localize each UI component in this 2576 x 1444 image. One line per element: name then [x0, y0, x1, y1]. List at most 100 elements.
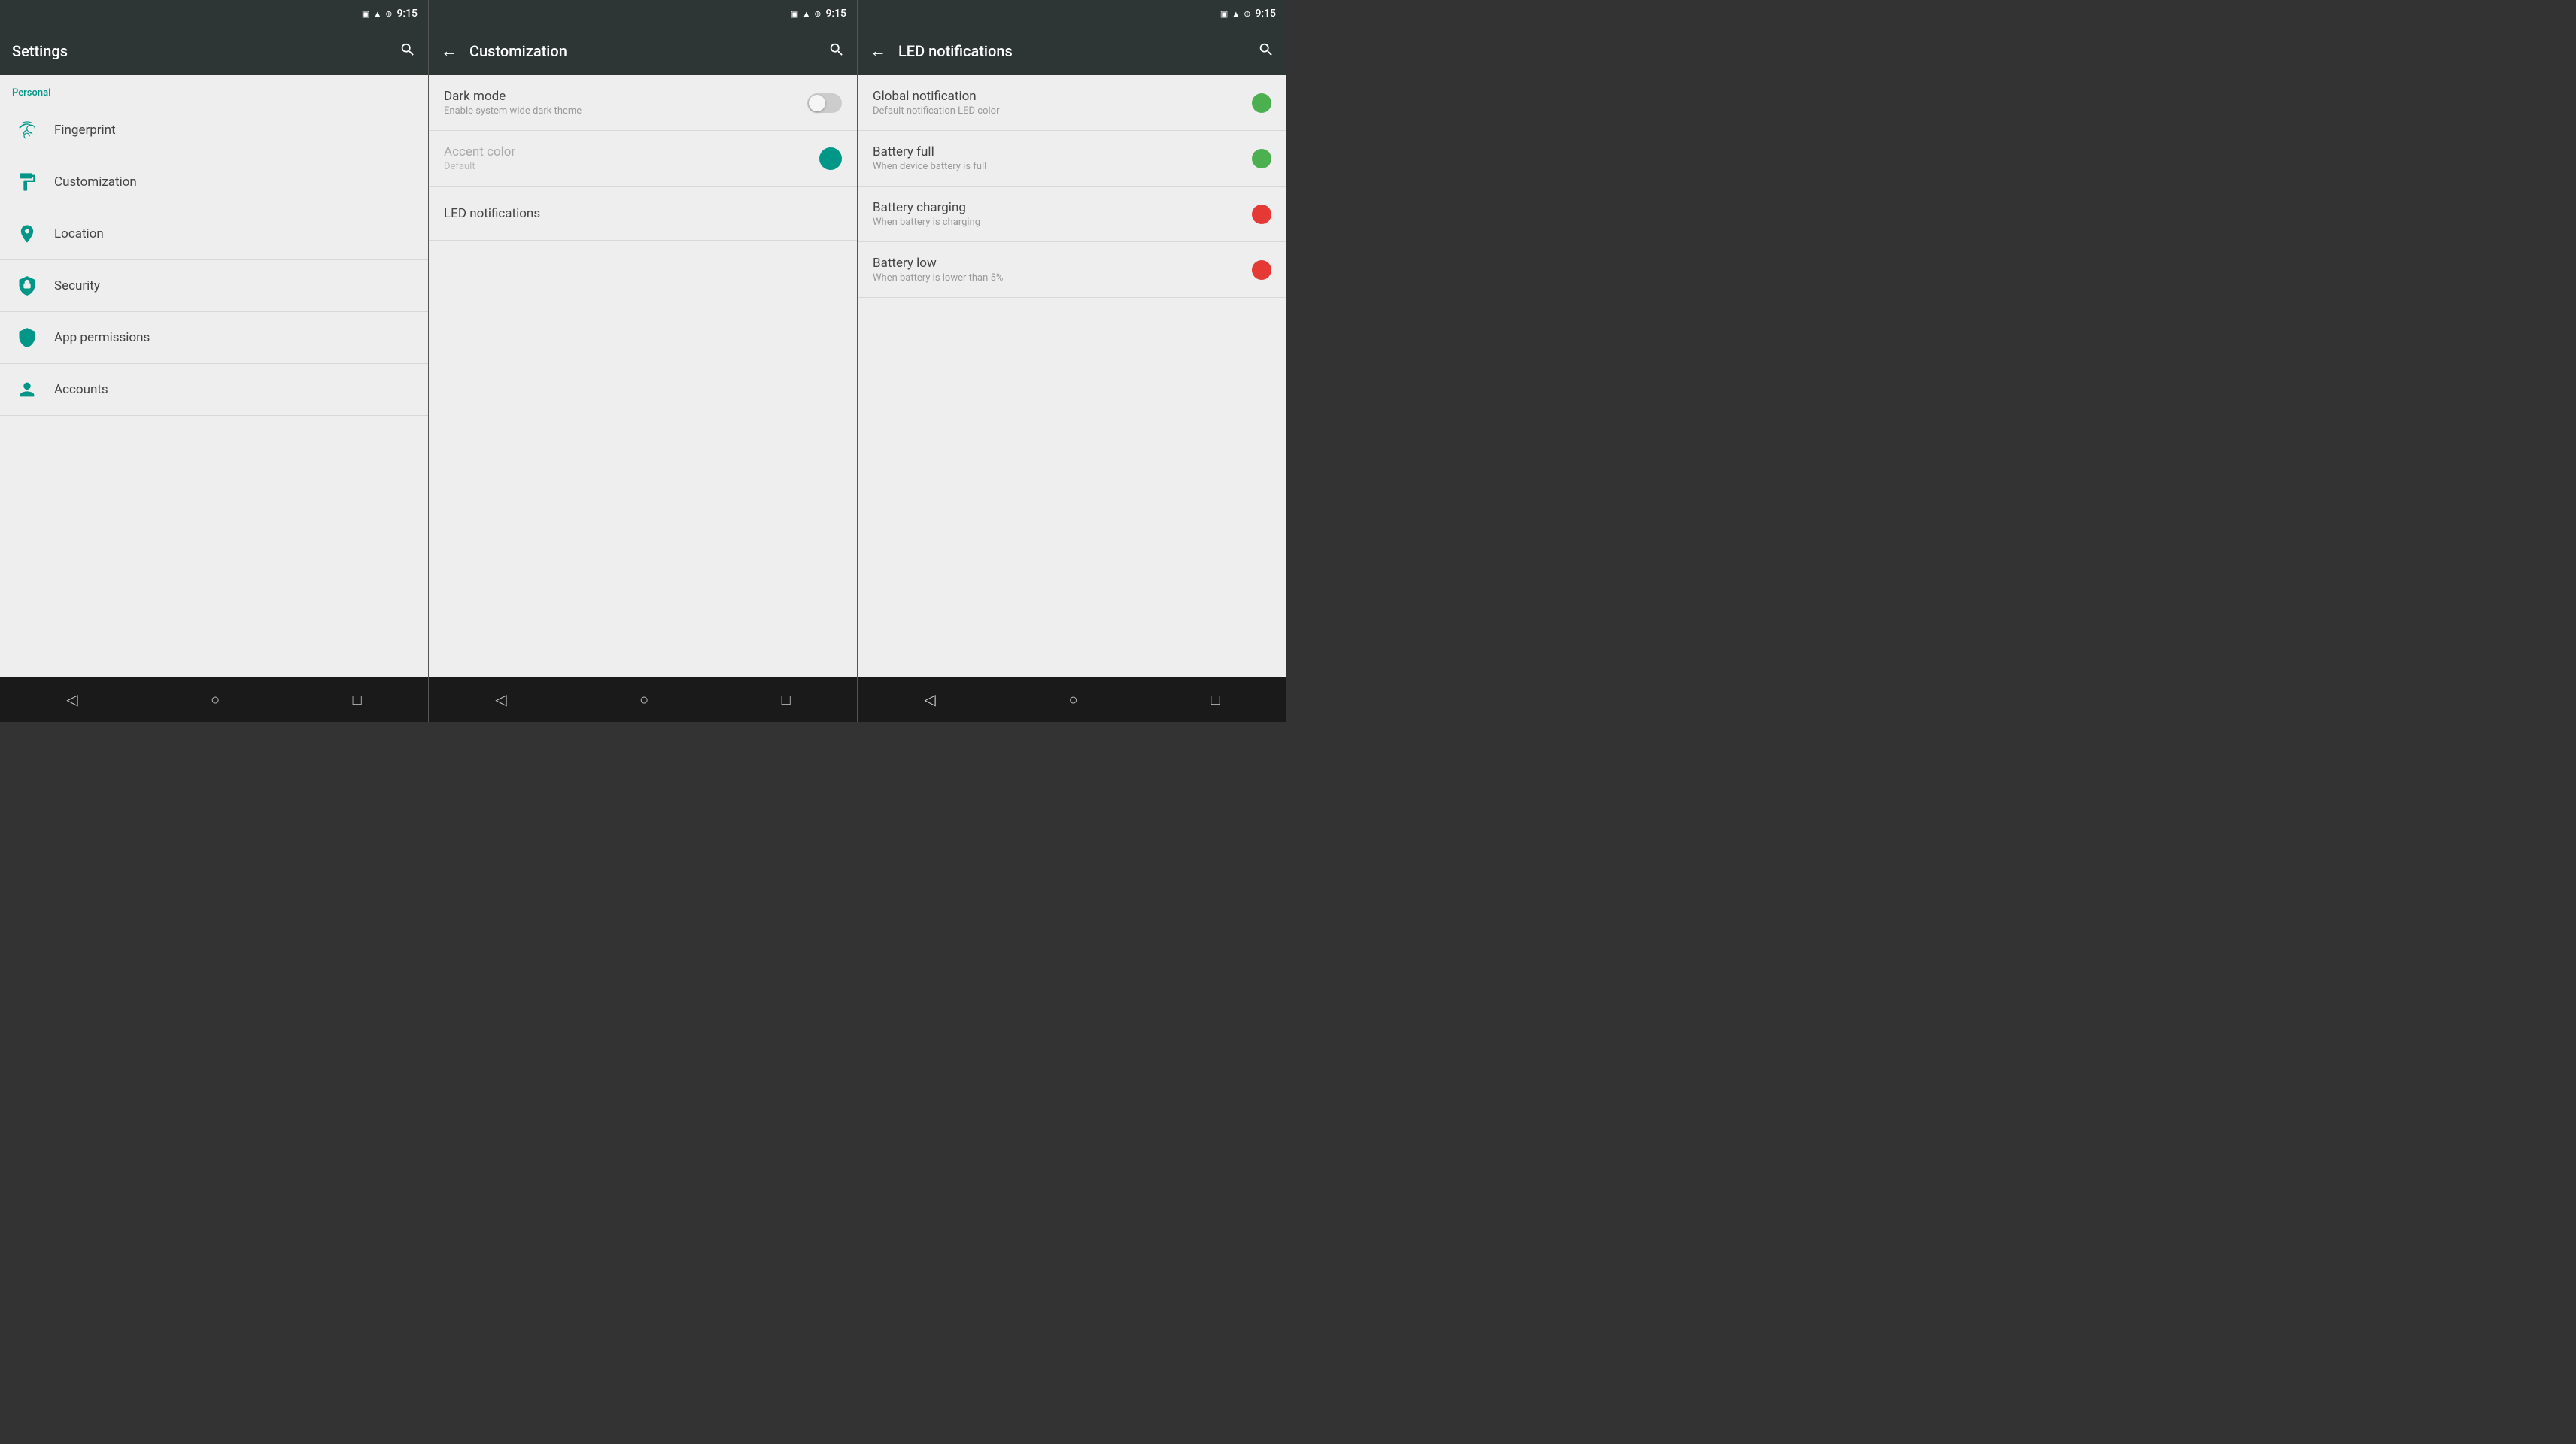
- battery-full-subtitle: When device battery is full: [873, 161, 1252, 172]
- customization-panel: ▣ ▲ ⊕ 9:15 ← Customization Dark mode Ena…: [429, 0, 858, 722]
- led-search-icon[interactable]: [1258, 41, 1274, 62]
- battery-icon-2: ⊕: [814, 9, 821, 19]
- vibrate-icon-2: ▣: [791, 9, 798, 19]
- customization-search-icon[interactable]: [828, 41, 845, 62]
- fingerprint-icon: [17, 120, 38, 141]
- customization-label: Customization: [54, 174, 137, 190]
- led-notifications-info: LED notifications: [444, 206, 842, 221]
- led-back-btn[interactable]: ←: [870, 41, 886, 61]
- global-notification-subtitle: Default notification LED color: [873, 105, 1252, 117]
- settings-appbar: Settings: [0, 27, 428, 75]
- customization-content: Dark mode Enable system wide dark theme …: [429, 75, 857, 677]
- settings-home-btn[interactable]: ○: [193, 684, 238, 715]
- battery-low-info: Battery low When battery is lower than 5…: [873, 256, 1252, 284]
- location-icon-container: [12, 219, 42, 249]
- led-back-nav-btn[interactable]: ◁: [906, 684, 953, 714]
- status-time-customization: 9:15: [825, 8, 846, 20]
- settings-item-fingerprint[interactable]: Fingerprint: [0, 105, 428, 156]
- global-notification-dot: [1252, 93, 1271, 113]
- global-notification-item[interactable]: Global notification Default notification…: [858, 75, 1286, 131]
- settings-item-app-permissions[interactable]: App permissions: [0, 312, 428, 364]
- battery-charging-dot: [1252, 205, 1271, 224]
- led-title: LED notifications: [898, 42, 1249, 60]
- settings-content: Personal Fingerprint Customization: [0, 75, 428, 677]
- accent-color-title: Accent color: [444, 144, 819, 159]
- battery-charging-info: Battery charging When battery is chargin…: [873, 200, 1252, 228]
- accent-color-subtitle: Default: [444, 161, 819, 172]
- customization-appbar: ← Customization: [429, 27, 857, 75]
- dark-mode-toggle[interactable]: [807, 93, 842, 113]
- battery-charging-subtitle: When battery is charging: [873, 217, 1252, 228]
- status-icons-customization: ▣ ▲ ⊕: [791, 9, 822, 19]
- settings-back-btn[interactable]: ◁: [48, 684, 96, 714]
- customization-back-btn[interactable]: ←: [441, 41, 457, 61]
- status-bar-led: ▣ ▲ ⊕ 9:15: [858, 0, 1286, 27]
- status-icons-led: ▣ ▲ ⊕: [1220, 9, 1251, 19]
- led-panel: ▣ ▲ ⊕ 9:15 ← LED notifications Global no…: [858, 0, 1286, 722]
- location-icon: [17, 223, 38, 244]
- battery-low-dot: [1252, 260, 1271, 280]
- location-label: Location: [54, 226, 104, 241]
- customization-icon-container: [12, 167, 42, 197]
- section-personal: Personal: [0, 75, 428, 105]
- battery-full-title: Battery full: [873, 144, 1252, 159]
- accent-color-info: Accent color Default: [444, 144, 819, 172]
- status-time-settings: 9:15: [396, 8, 418, 20]
- security-label: Security: [54, 278, 100, 293]
- battery-low-item[interactable]: Battery low When battery is lower than 5…: [858, 242, 1286, 298]
- settings-item-security[interactable]: Security: [0, 260, 428, 312]
- dark-mode-subtitle: Enable system wide dark theme: [444, 105, 807, 117]
- fingerprint-icon-container: [12, 115, 42, 145]
- dark-mode-title: Dark mode: [444, 89, 807, 104]
- dark-mode-toggle-knob: [809, 95, 825, 111]
- security-icon: [17, 275, 38, 296]
- global-notification-title: Global notification: [873, 89, 1252, 104]
- accent-color-item[interactable]: Accent color Default: [429, 131, 857, 187]
- signal-icon-3: ▲: [1232, 9, 1240, 19]
- settings-navbar: ◁ ○ □: [0, 677, 428, 722]
- customization-navbar: ◁ ○ □: [429, 677, 857, 722]
- status-time-led: 9:15: [1255, 8, 1276, 20]
- account-icon: [17, 379, 38, 400]
- status-bar-customization: ▣ ▲ ⊕ 9:15: [429, 0, 857, 27]
- customization-recents-btn[interactable]: □: [764, 684, 809, 715]
- settings-recents-btn[interactable]: □: [335, 684, 380, 715]
- accounts-icon-container: [12, 375, 42, 405]
- battery-low-title: Battery low: [873, 256, 1252, 271]
- status-icons-settings: ▣ ▲ ⊕: [362, 9, 393, 19]
- fingerprint-label: Fingerprint: [54, 123, 116, 138]
- battery-charging-title: Battery charging: [873, 200, 1252, 215]
- customization-back-nav-btn[interactable]: ◁: [477, 684, 524, 714]
- led-home-btn[interactable]: ○: [1051, 684, 1096, 715]
- settings-item-accounts[interactable]: Accounts: [0, 364, 428, 416]
- signal-icon: ▲: [373, 9, 381, 19]
- settings-title: Settings: [12, 42, 390, 60]
- battery-full-dot: [1252, 149, 1271, 168]
- led-appbar: ← LED notifications: [858, 27, 1286, 75]
- battery-low-subtitle: When battery is lower than 5%: [873, 272, 1252, 284]
- format-paint-icon: [17, 171, 38, 193]
- battery-full-item[interactable]: Battery full When device battery is full: [858, 131, 1286, 187]
- led-notifications-item[interactable]: LED notifications: [429, 187, 857, 241]
- settings-panel: ▣ ▲ ⊕ 9:15 Settings Personal Fingerprint: [0, 0, 429, 722]
- settings-item-location[interactable]: Location: [0, 208, 428, 260]
- battery-icon-3: ⊕: [1244, 9, 1250, 19]
- led-recents-btn[interactable]: □: [1192, 684, 1238, 715]
- accounts-label: Accounts: [54, 382, 108, 397]
- settings-search-icon[interactable]: [399, 41, 416, 62]
- customization-title: Customization: [469, 42, 819, 60]
- app-permissions-label: App permissions: [54, 330, 150, 345]
- customization-home-btn[interactable]: ○: [621, 684, 667, 715]
- led-content: Global notification Default notification…: [858, 75, 1286, 677]
- global-notification-info: Global notification Default notification…: [873, 89, 1252, 117]
- led-notifications-title: LED notifications: [444, 206, 842, 221]
- settings-item-customization[interactable]: Customization: [0, 156, 428, 208]
- status-bar-settings: ▣ ▲ ⊕ 9:15: [0, 0, 428, 27]
- dark-mode-info: Dark mode Enable system wide dark theme: [444, 89, 807, 117]
- dark-mode-item[interactable]: Dark mode Enable system wide dark theme: [429, 75, 857, 131]
- vibrate-icon-3: ▣: [1220, 9, 1228, 19]
- app-permissions-icon-container: [12, 323, 42, 353]
- battery-charging-item[interactable]: Battery charging When battery is chargin…: [858, 187, 1286, 242]
- security-icon-container: [12, 271, 42, 301]
- battery-full-info: Battery full When device battery is full: [873, 144, 1252, 172]
